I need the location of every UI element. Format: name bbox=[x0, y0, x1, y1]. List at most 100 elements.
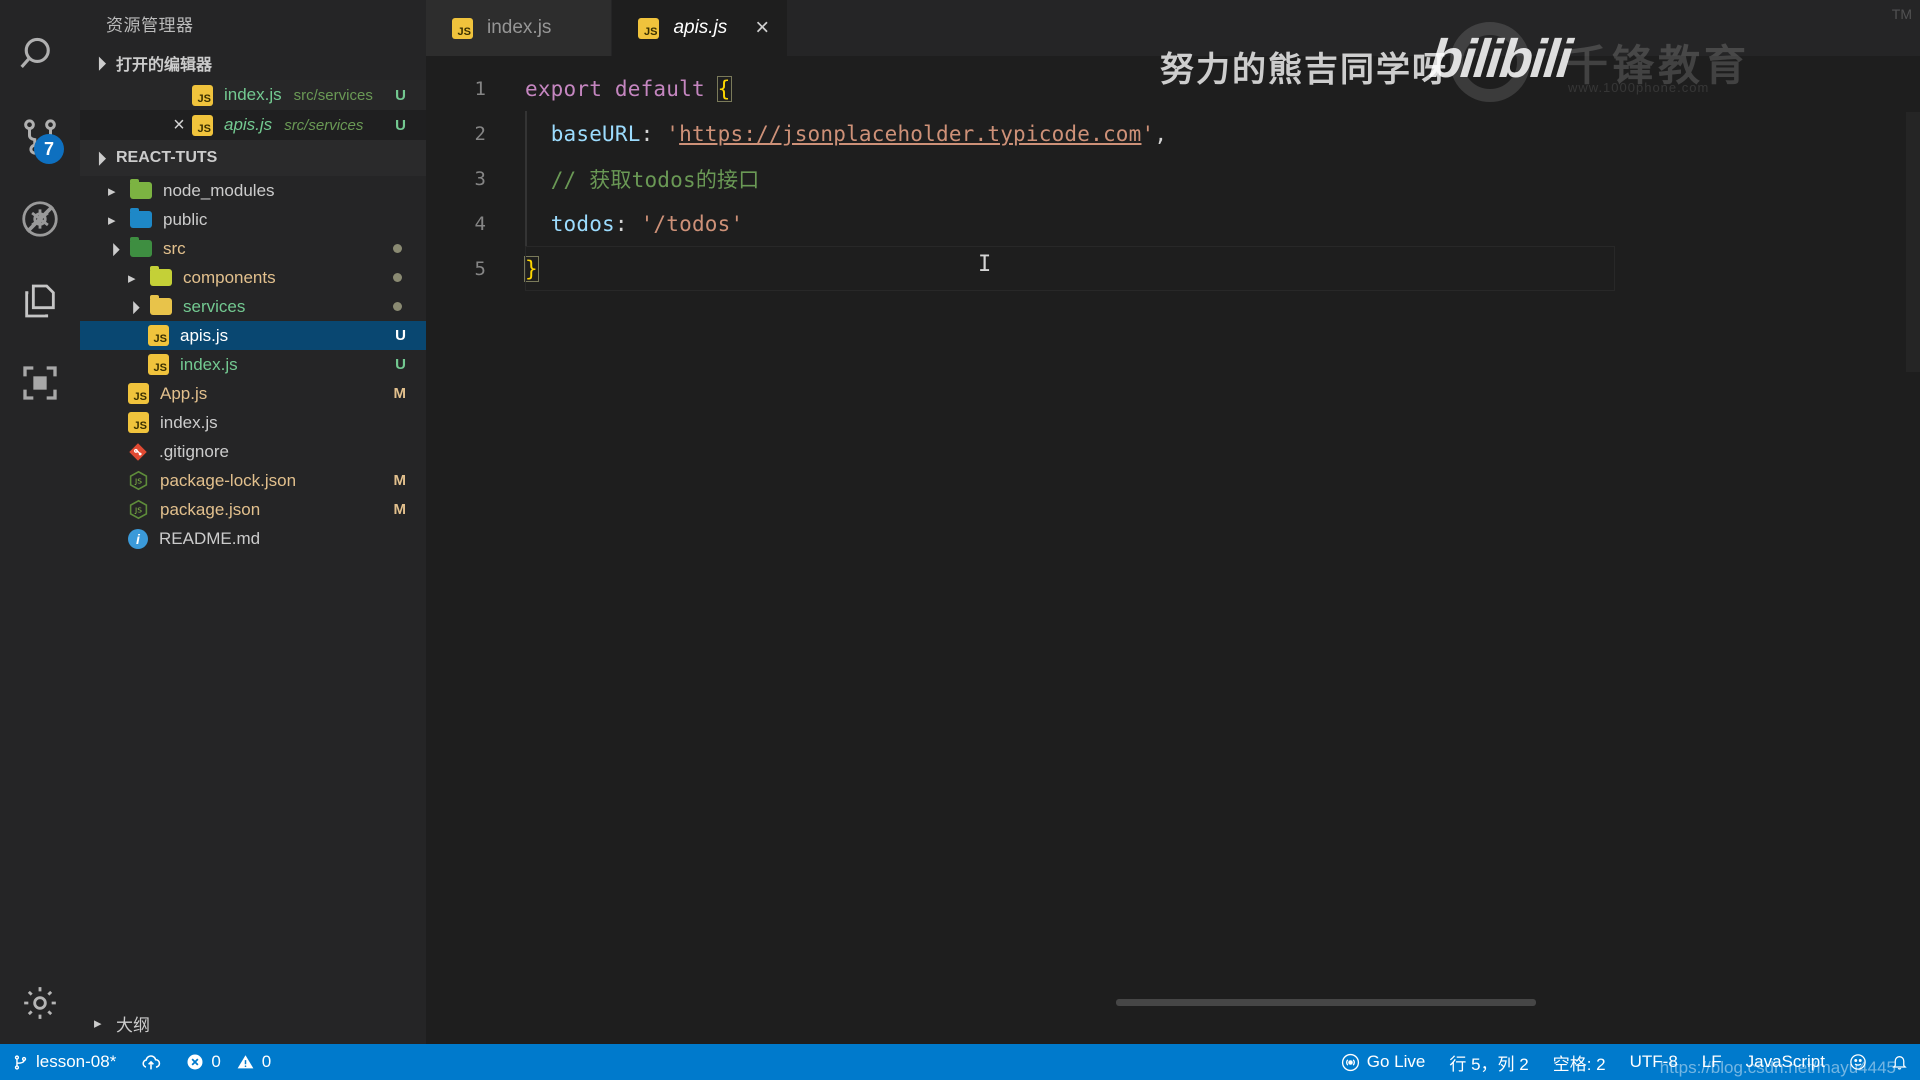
tree-item-apis-js[interactable]: JS apis.js U bbox=[80, 321, 426, 350]
tab-apis-js[interactable]: JS apis.js × bbox=[612, 0, 789, 56]
code-line[interactable]: 4 todos: '/todos' bbox=[426, 201, 1920, 246]
chevron-right-icon[interactable] bbox=[128, 269, 150, 287]
tree-item-label: README.md bbox=[159, 528, 261, 548]
outline-section-header[interactable]: 大纲 bbox=[80, 1002, 426, 1044]
open-editor-name: apis.js bbox=[224, 115, 273, 134]
code-token: '/todos' bbox=[640, 211, 744, 236]
code-token: } bbox=[524, 255, 539, 282]
tree-item-src[interactable]: src bbox=[80, 234, 426, 263]
language-mode-status[interactable]: JavaScript bbox=[1734, 1044, 1837, 1080]
tree-item-label: .gitignore bbox=[159, 441, 229, 461]
npm-file-icon: JS bbox=[128, 470, 149, 491]
cursor-position-status[interactable]: 行 5，列 2 bbox=[1437, 1044, 1540, 1080]
code-text: // 获取todos的接口 bbox=[525, 164, 760, 194]
open-editor-item-apis[interactable]: × JS apis.js src/services U bbox=[80, 110, 426, 140]
indent-guide bbox=[525, 111, 527, 246]
tree-item-services-index-js[interactable]: JS index.js U bbox=[80, 350, 426, 379]
tab-label: index.js bbox=[487, 17, 552, 38]
chevron-right-icon[interactable] bbox=[108, 211, 130, 229]
run-debug-disabled-icon[interactable] bbox=[0, 178, 80, 260]
git-file-icon bbox=[128, 442, 148, 462]
tree-item-src-index-js[interactable]: JS index.js bbox=[80, 408, 426, 437]
tree-item-gitignore[interactable]: .gitignore bbox=[80, 437, 426, 466]
feedback-status[interactable] bbox=[1837, 1044, 1879, 1080]
indentation-status[interactable]: 空格: 2 bbox=[1541, 1044, 1618, 1080]
remote-explorer-icon[interactable] bbox=[0, 342, 80, 424]
tab-index-js[interactable]: JS index.js × bbox=[426, 0, 613, 56]
search-icon[interactable] bbox=[0, 14, 80, 96]
tree-item-components[interactable]: components bbox=[80, 263, 426, 292]
warning-triangle-icon bbox=[236, 1053, 255, 1071]
close-icon[interactable]: × bbox=[755, 16, 769, 40]
open-editor-item-index[interactable]: × JS index.js src/services U bbox=[80, 80, 426, 110]
horizontal-scrollbar[interactable] bbox=[1116, 999, 1536, 1006]
js-file-icon: JS bbox=[148, 354, 169, 375]
mouse-text-cursor: I bbox=[978, 252, 992, 277]
tree-item-label: node_modules bbox=[163, 180, 275, 200]
branch-status[interactable]: lesson-08* bbox=[0, 1044, 128, 1080]
code-token: todos bbox=[550, 211, 615, 236]
code-text: todos: '/todos' bbox=[525, 212, 743, 236]
code-text: } bbox=[524, 255, 539, 282]
branch-label: lesson-08* bbox=[36, 1052, 117, 1071]
project-name: REACT-TUTS bbox=[116, 149, 218, 166]
tree-item-label: App.js bbox=[160, 383, 208, 403]
tree-item-public[interactable]: public bbox=[80, 205, 426, 234]
code-line[interactable]: 2 baseURL: 'https://jsonplaceholder.typi… bbox=[426, 111, 1920, 156]
code-lines: 1 export default {2 baseURL: 'https://jso… bbox=[426, 56, 1920, 291]
tree-item-label: index.js bbox=[180, 354, 238, 374]
project-header[interactable]: REACT-TUTS bbox=[80, 140, 426, 176]
sync-status[interactable] bbox=[128, 1044, 174, 1080]
file-status-badge: U bbox=[395, 116, 406, 134]
chevron-right-icon[interactable] bbox=[108, 182, 130, 200]
settings-gear-icon[interactable] bbox=[0, 962, 80, 1044]
folder-services-icon bbox=[150, 295, 172, 315]
tree-item-label: components bbox=[183, 267, 276, 287]
file-status-badge: M bbox=[393, 501, 407, 518]
chevron-down-icon bbox=[94, 151, 116, 165]
warnings-count: 0 bbox=[261, 1052, 272, 1071]
tree-item-package-lock-json[interactable]: JS package-lock.json M bbox=[80, 466, 426, 495]
file-status-badge: U bbox=[395, 327, 406, 344]
activity-bar: 7 bbox=[0, 0, 80, 1044]
smiley-icon bbox=[1849, 1053, 1867, 1071]
copy-files-icon[interactable] bbox=[0, 260, 80, 342]
folder-components-icon bbox=[150, 266, 172, 286]
source-control-icon[interactable]: 7 bbox=[0, 96, 80, 178]
tree-item-package-json[interactable]: JS package.json M bbox=[80, 495, 426, 524]
eol-status[interactable]: LF bbox=[1690, 1044, 1734, 1080]
minimap[interactable] bbox=[1906, 112, 1920, 372]
open-editor-path: src/services bbox=[284, 116, 364, 134]
tree-item-node_modules[interactable]: node_modules bbox=[80, 176, 426, 205]
tree-item-label: package.json bbox=[160, 499, 261, 519]
tree-item-app-js[interactable]: JS App.js M bbox=[80, 379, 426, 408]
close-icon[interactable]: × bbox=[166, 115, 192, 135]
code-line[interactable]: 5} bbox=[426, 246, 1920, 291]
bell-icon bbox=[1891, 1053, 1908, 1071]
folder-node-icon bbox=[130, 179, 152, 199]
tree-item-readme-md[interactable]: i README.md bbox=[80, 524, 426, 553]
chevron-down-icon bbox=[94, 56, 116, 70]
watermark-bilibili: bilibili bbox=[1426, 29, 1574, 89]
line-number: 4 bbox=[474, 212, 486, 235]
notifications-status[interactable] bbox=[1879, 1044, 1920, 1080]
tab-label: apis.js bbox=[673, 17, 728, 38]
problems-status[interactable]: 0 0 bbox=[174, 1044, 283, 1080]
go-live-label: Go Live bbox=[1366, 1052, 1426, 1071]
chevron-down-icon[interactable] bbox=[128, 300, 150, 314]
tree-item-label: apis.js bbox=[180, 325, 229, 345]
js-file-icon: JS bbox=[192, 84, 213, 106]
code-editor[interactable]: 1 export default {2 baseURL: 'https://jso… bbox=[426, 56, 1920, 1044]
line-number: 3 bbox=[474, 167, 486, 190]
tree-item-label: src bbox=[163, 238, 186, 258]
outline-label: 大纲 bbox=[116, 1015, 150, 1035]
code-text: export default { bbox=[525, 75, 732, 102]
chevron-down-icon[interactable] bbox=[108, 242, 130, 256]
tree-item-services[interactable]: services bbox=[80, 292, 426, 321]
go-live-status[interactable]: Go Live bbox=[1329, 1044, 1438, 1080]
encoding-status[interactable]: UTF-8 bbox=[1618, 1044, 1690, 1080]
code-line[interactable]: 3 // 获取todos的接口 bbox=[426, 156, 1920, 201]
open-editors-header[interactable]: 打开的编辑器 bbox=[80, 46, 426, 80]
